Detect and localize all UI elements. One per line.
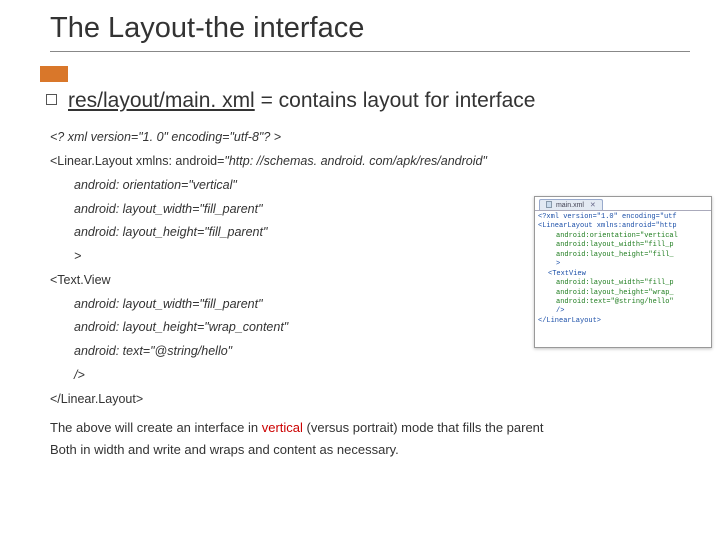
editor-line: android:layout_height="fill_ bbox=[538, 251, 708, 260]
accent-bar bbox=[40, 66, 68, 82]
slide-title: The Layout-the interface bbox=[50, 12, 690, 52]
editor-line: </LinearLayout> bbox=[538, 317, 708, 326]
code-line: /> bbox=[50, 364, 690, 388]
close-icon: ✕ bbox=[590, 201, 596, 209]
footer-text: The above will create an interface in ve… bbox=[50, 417, 690, 461]
footer-line-2: Both in width and write and wraps and co… bbox=[50, 439, 690, 461]
main-bullet-path: res/layout/main. xml bbox=[68, 89, 255, 112]
editor-line: android:layout_height="wrap_ bbox=[538, 289, 708, 298]
editor-body: <?xml version="1.0" encoding="utf <Linea… bbox=[535, 210, 711, 344]
editor-line: /> bbox=[538, 307, 708, 316]
code-tag: <Linear.Layout xmlns: android= bbox=[50, 154, 224, 168]
code-editor-thumbnail: main.xml ✕ <?xml version="1.0" encoding=… bbox=[534, 196, 712, 348]
editor-line: > bbox=[538, 260, 708, 269]
main-bullet: res/layout/main. xml = contains layout f… bbox=[50, 88, 690, 114]
editor-line: <LinearLayout xmlns:android="http bbox=[538, 222, 708, 231]
editor-line: <TextView bbox=[538, 270, 708, 279]
footer-seg: The above will create an interface in bbox=[50, 420, 262, 435]
editor-line: android:orientation="vertical bbox=[538, 232, 708, 241]
bullet-icon bbox=[46, 94, 57, 105]
editor-line: android:layout_width="fill_p bbox=[538, 241, 708, 250]
editor-line: android:text="@string/hello" bbox=[538, 298, 708, 307]
footer-line-1: The above will create an interface in ve… bbox=[50, 417, 690, 439]
editor-line: <?xml version="1.0" encoding="utf bbox=[538, 213, 708, 222]
file-icon bbox=[546, 201, 552, 208]
code-line: </Linear.Layout> bbox=[50, 388, 690, 412]
footer-seg: (versus portrait) mode that fills the pa… bbox=[303, 420, 544, 435]
code-line: android: orientation="vertical" bbox=[50, 174, 690, 198]
code-attr: "http: //schemas. android. com/apk/res/a… bbox=[224, 154, 486, 168]
code-line: <Linear.Layout xmlns: android="http: //s… bbox=[50, 150, 690, 174]
editor-tab: main.xml ✕ bbox=[539, 199, 603, 210]
code-line: <? xml version="1. 0" encoding="utf-8"? … bbox=[50, 126, 690, 150]
editor-line: android:layout_width="fill_p bbox=[538, 279, 708, 288]
main-bullet-rest: = contains layout for interface bbox=[255, 89, 536, 112]
editor-tab-label: main.xml bbox=[556, 202, 584, 209]
footer-red: vertical bbox=[262, 420, 303, 435]
